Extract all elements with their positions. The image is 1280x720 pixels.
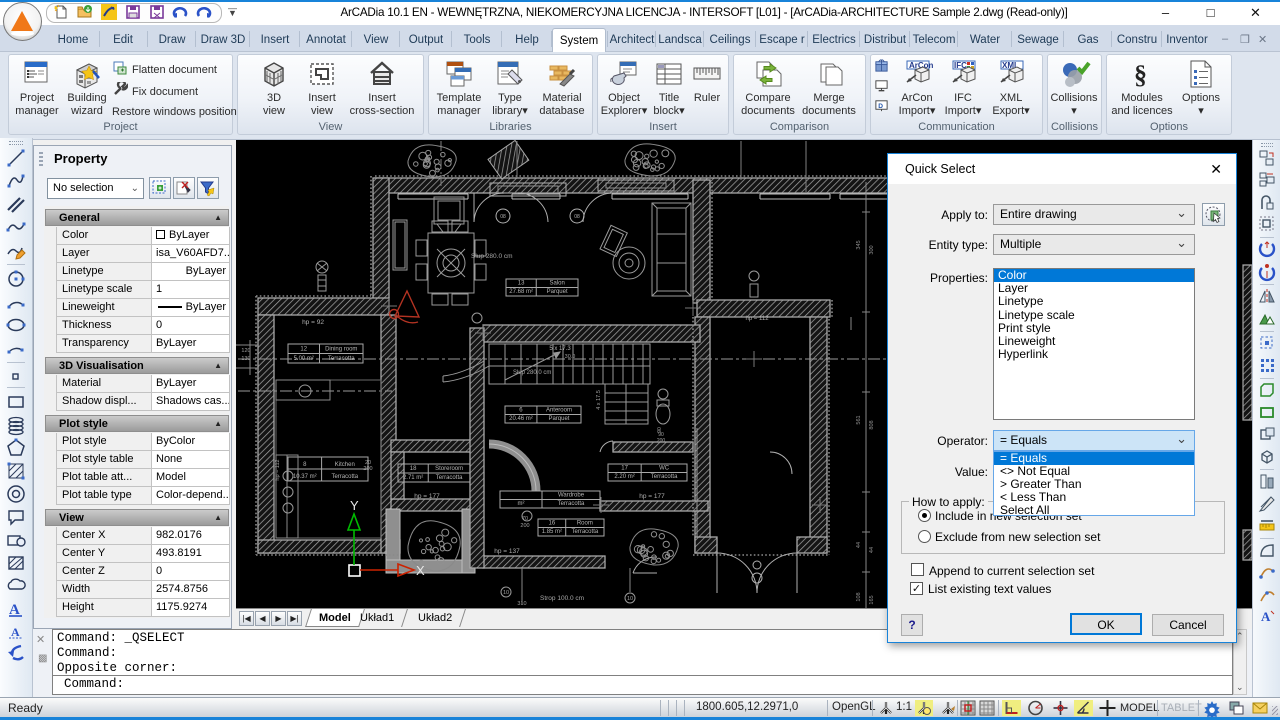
svg-text:WC: WC bbox=[659, 466, 670, 472]
svg-text:200: 200 bbox=[363, 466, 372, 472]
svg-text:08: 08 bbox=[574, 214, 580, 220]
svg-text:5 x 17.3: 5 x 17.3 bbox=[549, 346, 571, 352]
svg-text:10: 10 bbox=[627, 596, 633, 602]
svg-text:165: 165 bbox=[869, 595, 875, 604]
svg-text:§: § bbox=[1134, 60, 1147, 89]
svg-text:27.68 m²: 27.68 m² bbox=[509, 289, 533, 295]
svg-text:Anteroom: Anteroom bbox=[546, 408, 572, 414]
svg-text:70: 70 bbox=[522, 516, 528, 522]
svg-text:Parquet: Parquet bbox=[547, 289, 568, 295]
svg-text:18: 18 bbox=[410, 466, 417, 472]
svg-text:1.85 m²: 1.85 m² bbox=[542, 529, 562, 535]
svg-text:120: 120 bbox=[241, 348, 250, 354]
svg-text:13: 13 bbox=[518, 281, 525, 287]
svg-text:561: 561 bbox=[856, 415, 862, 424]
svg-text:m²: m² bbox=[518, 501, 525, 507]
svg-text:Terracotta: Terracotta bbox=[651, 474, 678, 480]
svg-text:Terracotta: Terracotta bbox=[572, 529, 599, 535]
svg-text:hp = 92: hp = 92 bbox=[302, 319, 324, 326]
svg-text:D: D bbox=[878, 103, 883, 110]
svg-text:Terracotta: Terracotta bbox=[436, 475, 463, 481]
svg-text:A: A bbox=[1261, 609, 1271, 624]
svg-text:17: 17 bbox=[621, 466, 628, 472]
svg-text:Kitchen: Kitchen bbox=[335, 462, 355, 468]
svg-text:2.71 m²: 2.71 m² bbox=[403, 475, 423, 481]
svg-text:12: 12 bbox=[300, 347, 307, 353]
svg-text:Terracotta: Terracotta bbox=[331, 474, 358, 480]
svg-text:08: 08 bbox=[500, 214, 506, 220]
svg-text:Słup 280.0 cm: Słup 280.0 cm bbox=[471, 253, 513, 260]
svg-text:808: 808 bbox=[869, 420, 875, 429]
svg-text:4 x 17.5: 4 x 17.5 bbox=[596, 390, 602, 410]
svg-text:345: 345 bbox=[856, 240, 862, 249]
svg-text:16: 16 bbox=[549, 521, 556, 527]
svg-text:hp = 177: hp = 177 bbox=[414, 493, 440, 500]
svg-text:200: 200 bbox=[520, 523, 529, 529]
svg-text:108: 108 bbox=[856, 592, 862, 601]
svg-text:A: A bbox=[11, 625, 20, 639]
svg-text:Wardrobe: Wardrobe bbox=[558, 493, 585, 499]
svg-text:Parquet: Parquet bbox=[548, 416, 569, 422]
svg-text:44: 44 bbox=[856, 542, 862, 548]
svg-text:hp = 177: hp = 177 bbox=[639, 493, 665, 500]
svg-text:hp = 137: hp = 137 bbox=[494, 548, 520, 555]
svg-text:200: 200 bbox=[657, 438, 666, 444]
svg-text:2.20 m²: 2.20 m² bbox=[614, 474, 634, 480]
svg-text:X: X bbox=[416, 563, 425, 578]
svg-text:Room: Room bbox=[577, 521, 593, 527]
svg-text:20.46 m²: 20.46 m² bbox=[509, 416, 533, 422]
svg-text:Dining room: Dining room bbox=[325, 347, 357, 353]
svg-text:44: 44 bbox=[869, 547, 875, 553]
svg-text:10: 10 bbox=[503, 590, 509, 596]
svg-text:Terracotta: Terracotta bbox=[558, 501, 585, 507]
svg-text:Storeroom: Storeroom bbox=[435, 466, 463, 472]
svg-text:300: 300 bbox=[869, 245, 875, 254]
svg-text:hp = 112: hp = 112 bbox=[745, 316, 769, 322]
svg-text:Y: Y bbox=[350, 498, 359, 513]
svg-text:Słup 280.0 cm: Słup 280.0 cm bbox=[513, 370, 551, 376]
svg-text:10.37 m²: 10.37 m² bbox=[293, 474, 317, 480]
svg-text:Salon: Salon bbox=[549, 281, 564, 287]
svg-text:Strop 100.0 cm: Strop 100.0 cm bbox=[540, 595, 584, 602]
